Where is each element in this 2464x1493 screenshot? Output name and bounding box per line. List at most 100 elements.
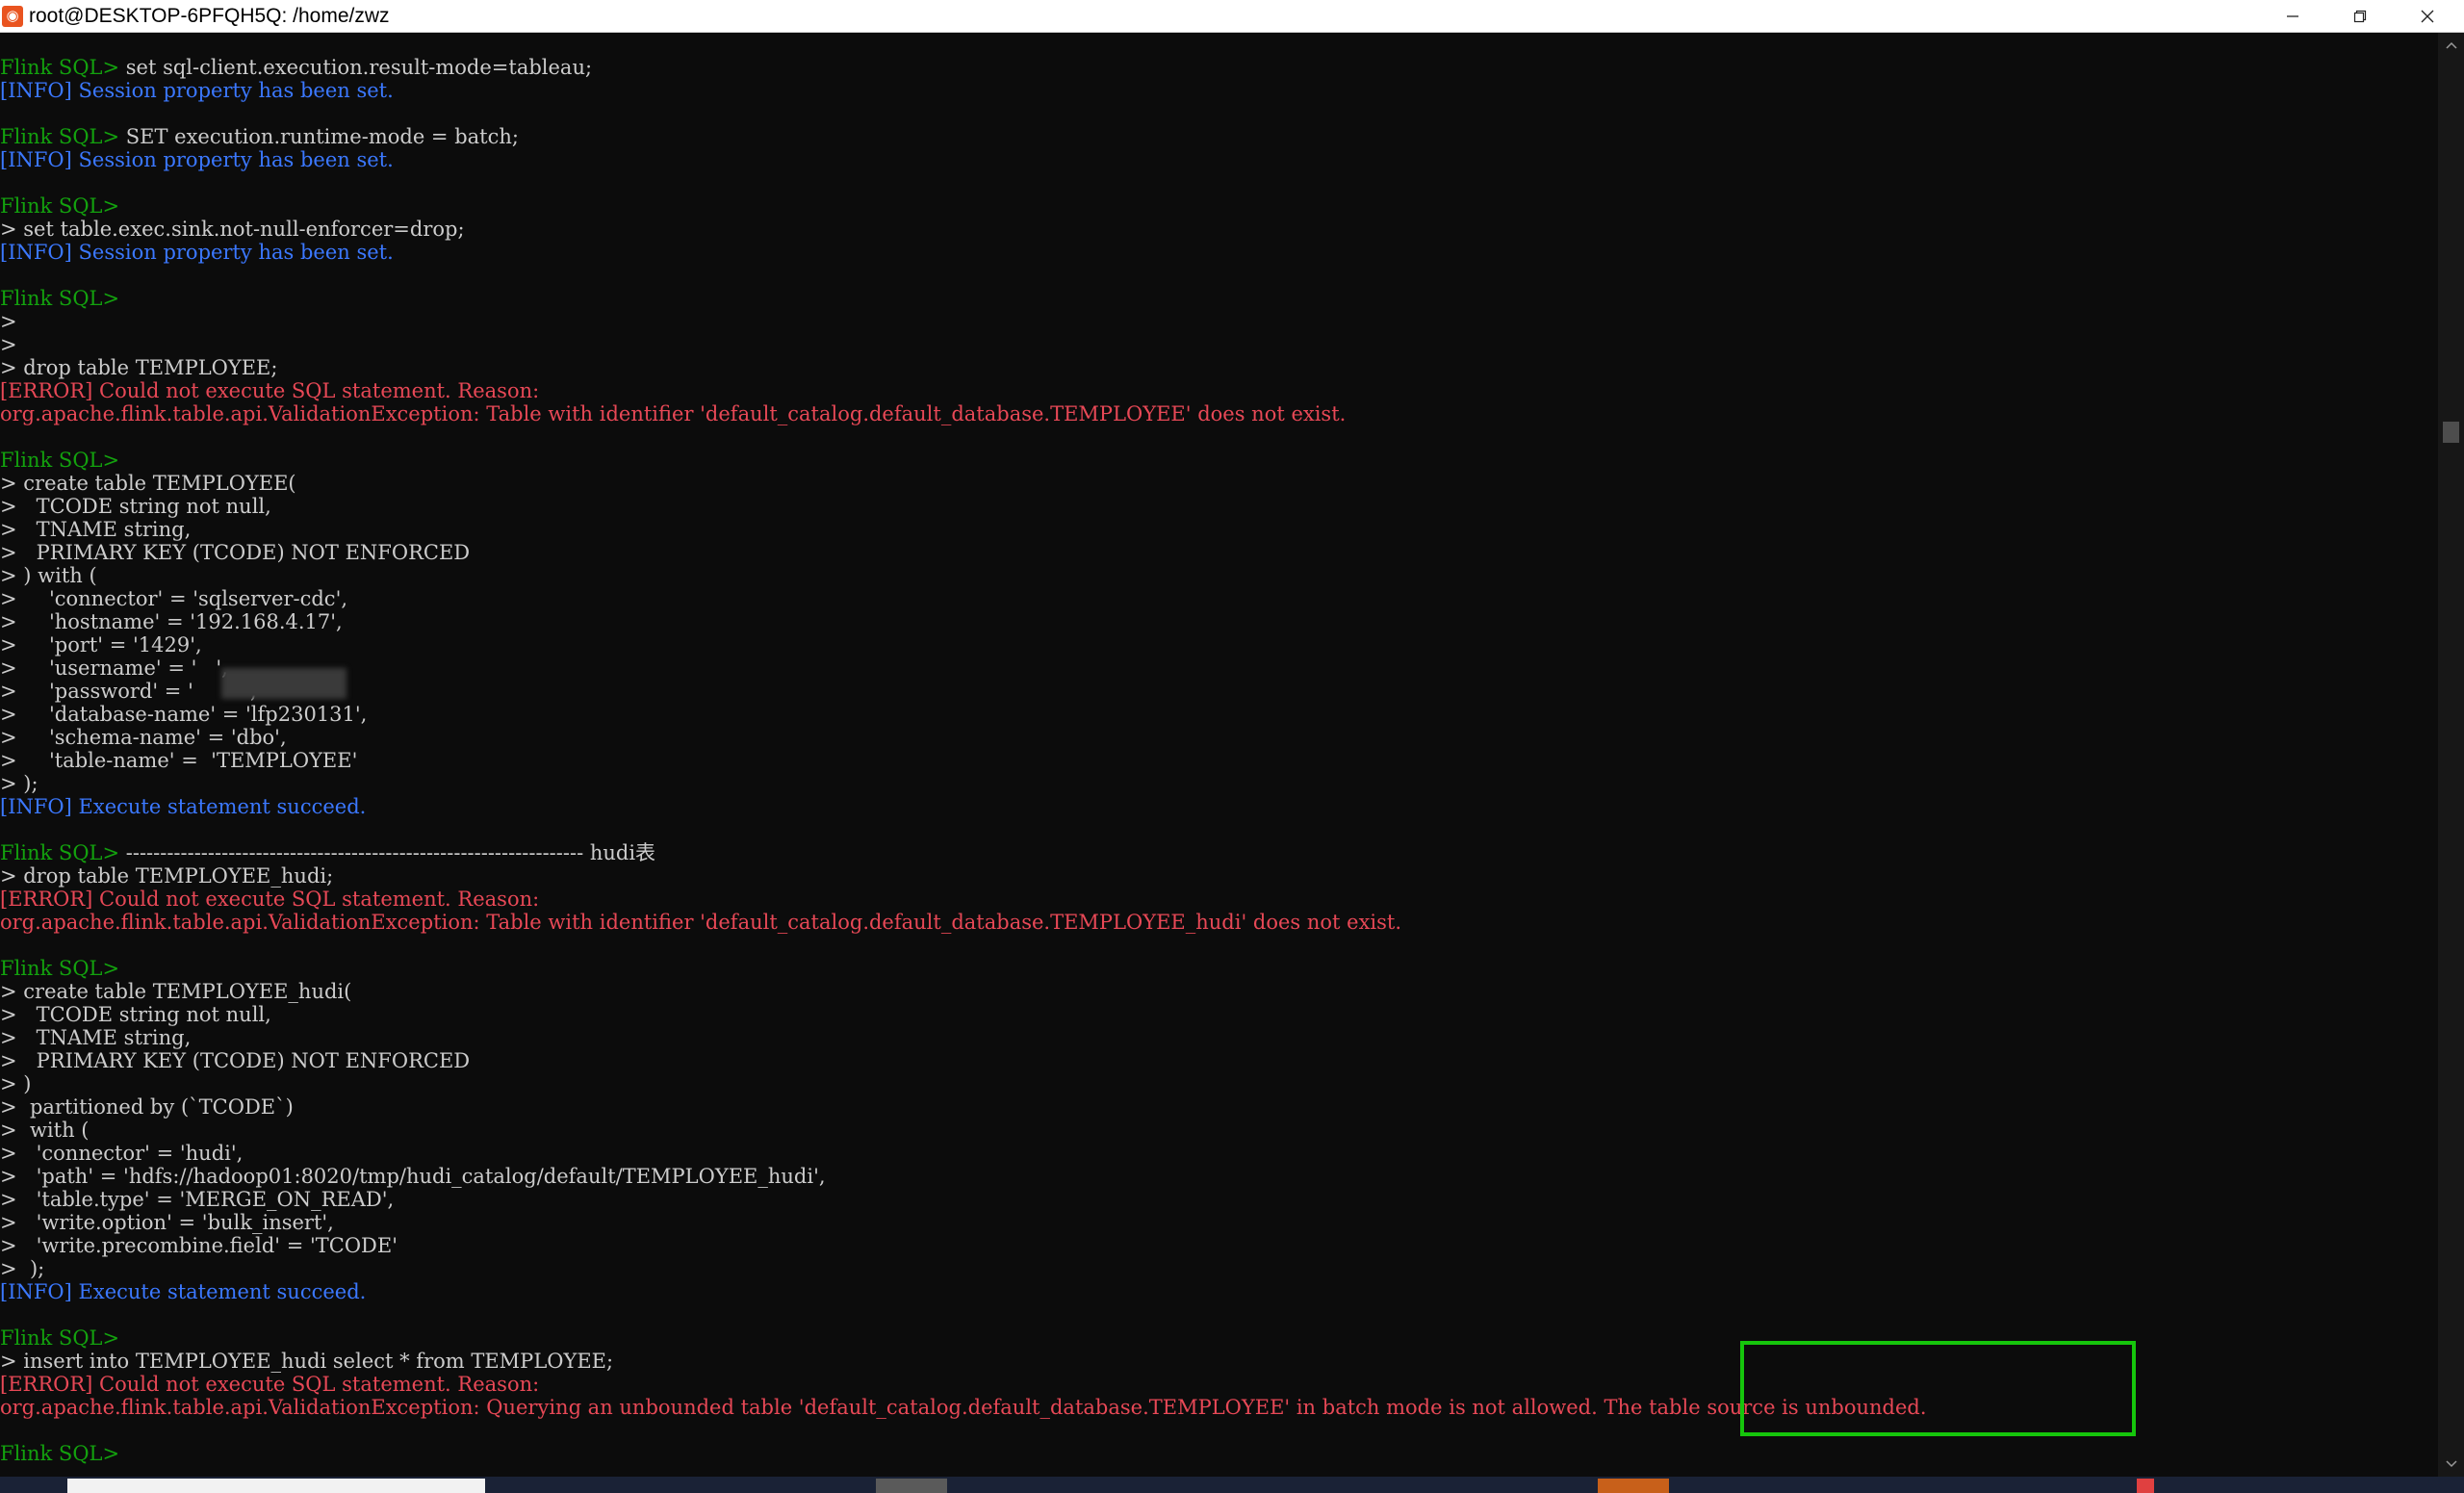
minimize-icon	[2287, 14, 2298, 17]
command-text: > 'path' = 'hdfs://hadoop01:8020/tmp/hud…	[0, 1165, 826, 1188]
info-text: [INFO] Session property has been set.	[0, 241, 394, 264]
terminal-line: >	[0, 310, 17, 333]
terminal-line: Flink SQL> SET execution.runtime-mode = …	[0, 125, 519, 148]
window-title: root@DESKTOP-6PFQH5Q: /home/zwz	[29, 5, 390, 27]
title-bar: ◉ root@DESKTOP-6PFQH5Q: /home/zwz	[0, 0, 2464, 33]
command-text: > 'database-name' = 'lfp230131',	[0, 703, 368, 726]
error-text: [ERROR] Could not execute SQL statement.…	[0, 1373, 540, 1396]
command-text: > set table.exec.sink.not-null-enforcer=…	[0, 218, 465, 241]
terminal-line: > ) with (	[0, 564, 97, 587]
command-text: > insert into TEMPLOYEE_hudi select * fr…	[0, 1350, 614, 1373]
redaction-blur	[221, 668, 346, 699]
command-text: > 'port' = '1429',	[0, 633, 202, 656]
terminal-line: > );	[0, 772, 38, 795]
command-text: > 'write.option' = 'bulk_insert',	[0, 1211, 334, 1234]
terminal-line: org.apache.flink.table.api.ValidationExc…	[0, 911, 1401, 934]
prompt-label: Flink SQL>	[0, 125, 120, 148]
close-icon	[2421, 10, 2434, 22]
command-text: > ) with (	[0, 564, 97, 587]
command-text: > drop table TEMPLOYEE_hudi;	[0, 864, 334, 888]
info-text: [INFO] Session property has been set.	[0, 79, 394, 102]
command-text: > );	[0, 1257, 45, 1280]
prompt-label: Flink SQL>	[0, 449, 120, 472]
terminal-line: > create table TEMPLOYEE(	[0, 472, 296, 495]
taskbar-item[interactable]	[876, 1479, 947, 1493]
taskbar	[0, 1477, 2464, 1493]
close-button[interactable]	[2394, 0, 2461, 32]
vertical-scrollbar[interactable]	[2438, 33, 2464, 1477]
command-text: > TNAME string,	[0, 518, 192, 541]
command-text: SET execution.runtime-mode = batch;	[119, 125, 519, 148]
scroll-down-icon[interactable]	[2438, 1452, 2464, 1477]
restore-button[interactable]	[2326, 0, 2394, 32]
prompt-label: Flink SQL>	[0, 56, 120, 79]
taskbar-item[interactable]	[2137, 1479, 2154, 1493]
command-text: > drop table TEMPLOYEE;	[0, 356, 278, 379]
terminal-line: > create table TEMPLOYEE_hudi(	[0, 980, 351, 1003]
terminal-line: [INFO] Session property has been set.	[0, 241, 394, 264]
command-text: > 'username' = ' ',	[0, 656, 228, 680]
terminal-line: org.apache.flink.table.api.ValidationExc…	[0, 402, 1346, 425]
terminal-line: > drop table TEMPLOYEE;	[0, 356, 277, 379]
info-text: [INFO] Execute statement succeed.	[0, 1280, 367, 1303]
ubuntu-icon: ◉	[2, 6, 23, 27]
command-text: > TCODE string not null,	[0, 495, 271, 518]
command-text: > 'table.type' = 'MERGE_ON_READ',	[0, 1188, 395, 1211]
command-text: > 'connector' = 'hudi',	[0, 1142, 244, 1165]
taskbar-item[interactable]	[1598, 1479, 1669, 1493]
terminal-line: > 'schema-name' = 'dbo',	[0, 726, 287, 749]
terminal-line: > TNAME string,	[0, 1026, 191, 1049]
error-text: org.apache.flink.table.api.ValidationExc…	[0, 911, 1402, 934]
prompt-label: Flink SQL>	[0, 194, 120, 218]
command-text: > create table TEMPLOYEE_hudi(	[0, 980, 352, 1003]
command-text: > PRIMARY KEY (TCODE) NOT ENFORCED	[0, 1049, 471, 1072]
terminal-line: [INFO] Session property has been set.	[0, 79, 394, 102]
terminal-line: > with (	[0, 1119, 89, 1142]
command-text: ----------------------------------------…	[119, 841, 656, 864]
command-text: > PRIMARY KEY (TCODE) NOT ENFORCED	[0, 541, 471, 564]
terminal-line: Flink SQL>	[0, 287, 119, 310]
terminal-line: org.apache.flink.table.api.ValidationExc…	[0, 1396, 1927, 1419]
green-highlight-box	[1740, 1341, 2136, 1436]
terminal-line: > 'hostname' = '192.168.4.17',	[0, 610, 343, 633]
command-text: > with (	[0, 1119, 90, 1142]
terminal-line: Flink SQL>	[0, 957, 119, 980]
terminal-line: > TNAME string,	[0, 518, 191, 541]
command-text: > TNAME string,	[0, 1026, 192, 1049]
terminal-line: Flink SQL> set sql-client.execution.resu…	[0, 56, 592, 79]
terminal-line: > partitioned by (`TCODE`)	[0, 1095, 294, 1119]
info-text: [INFO] Execute statement succeed.	[0, 795, 367, 818]
terminal-line: > 'table-name' = 'TEMPLOYEE'	[0, 749, 357, 772]
terminal-output[interactable]: Flink SQL> set sql-client.execution.resu…	[0, 33, 2438, 1477]
terminal-line: > 'password' = ' ',	[0, 680, 257, 703]
command-text: > )	[0, 1072, 32, 1095]
command-text: > 'password' = ' ',	[0, 680, 257, 703]
command-text: > TCODE string not null,	[0, 1003, 271, 1026]
terminal-line: [ERROR] Could not execute SQL statement.…	[0, 1373, 539, 1396]
terminal-line: > 'write.option' = 'bulk_insert',	[0, 1211, 334, 1234]
command-text: > 'schema-name' = 'dbo',	[0, 726, 287, 749]
taskbar-item[interactable]	[67, 1479, 485, 1493]
scrollbar-thumb[interactable]	[2443, 422, 2459, 443]
terminal-line: Flink SQL> -----------------------------…	[0, 841, 655, 864]
terminal-line: [INFO] Execute statement succeed.	[0, 1280, 366, 1303]
terminal-line: > TCODE string not null,	[0, 495, 271, 518]
terminal-line: >	[0, 333, 17, 356]
terminal-line: > 'connector' = 'hudi',	[0, 1142, 243, 1165]
command-text: > 'table-name' = 'TEMPLOYEE'	[0, 749, 358, 772]
terminal-line: Flink SQL>	[0, 1326, 119, 1350]
scroll-up-icon[interactable]	[2438, 33, 2464, 58]
command-text: > 'hostname' = '192.168.4.17',	[0, 610, 343, 633]
command-text: > partitioned by (`TCODE`)	[0, 1095, 294, 1119]
terminal-line: > 'path' = 'hdfs://hadoop01:8020/tmp/hud…	[0, 1165, 826, 1188]
terminal-line: > PRIMARY KEY (TCODE) NOT ENFORCED	[0, 1049, 470, 1072]
command-text: >	[0, 310, 17, 333]
terminal-line: [INFO] Session property has been set.	[0, 148, 394, 171]
prompt-label: Flink SQL>	[0, 287, 120, 310]
terminal-line: > insert into TEMPLOYEE_hudi select * fr…	[0, 1350, 613, 1373]
terminal-line: > 'port' = '1429',	[0, 633, 202, 656]
terminal-line: [INFO] Execute statement succeed.	[0, 795, 366, 818]
command-text: > );	[0, 772, 38, 795]
info-text: [INFO] Session property has been set.	[0, 148, 394, 171]
minimize-button[interactable]	[2259, 0, 2326, 32]
